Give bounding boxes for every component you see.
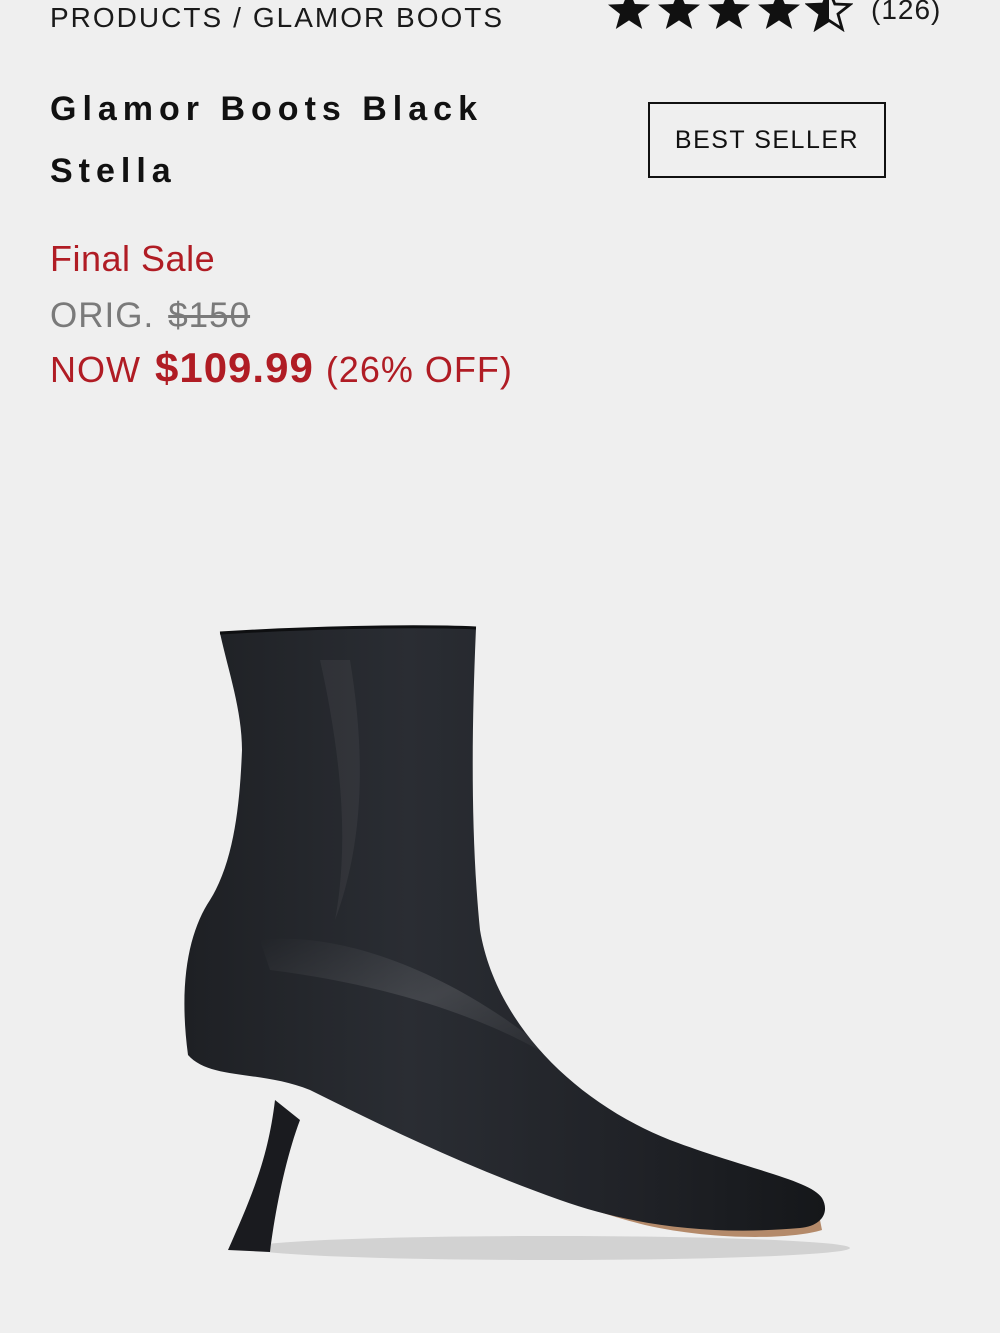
star-full-icon bbox=[608, 0, 650, 29]
breadcrumb-current[interactable]: GLAMOR BOOTS bbox=[253, 2, 504, 33]
original-price: ORIG. $150 bbox=[50, 296, 250, 336]
sale-price: NOW $109.99 (26% OFF) bbox=[50, 344, 513, 392]
star-full-icon bbox=[708, 0, 750, 29]
rating[interactable]: (126) bbox=[605, 0, 941, 32]
best-seller-badge: BEST SELLER bbox=[648, 102, 886, 178]
final-sale-label: Final Sale bbox=[50, 238, 216, 279]
sale-price-value: $109.99 bbox=[154, 344, 314, 391]
black-ankle-boot-image[interactable] bbox=[150, 600, 870, 1290]
star-full-icon bbox=[758, 0, 800, 29]
review-count[interactable]: (126) bbox=[871, 0, 941, 26]
star-full-icon bbox=[658, 0, 700, 29]
product-title-line-1: Glamor Boots Black bbox=[50, 90, 483, 128]
product-title-line-2: Stella bbox=[50, 152, 177, 190]
sale-price-label: NOW bbox=[50, 349, 141, 390]
breadcrumb-separator: / bbox=[233, 2, 243, 33]
original-price-label: ORIG. bbox=[50, 296, 155, 335]
product-title: Glamor Boots Black Stella bbox=[50, 78, 570, 202]
star-half-icon bbox=[805, 0, 853, 32]
original-price-value: $150 bbox=[168, 296, 251, 335]
breadcrumb: PRODUCTS / GLAMOR BOOTS bbox=[50, 2, 504, 34]
discount-percent: (26% OFF) bbox=[325, 349, 513, 390]
breadcrumb-link-products[interactable]: PRODUCTS bbox=[50, 2, 223, 33]
